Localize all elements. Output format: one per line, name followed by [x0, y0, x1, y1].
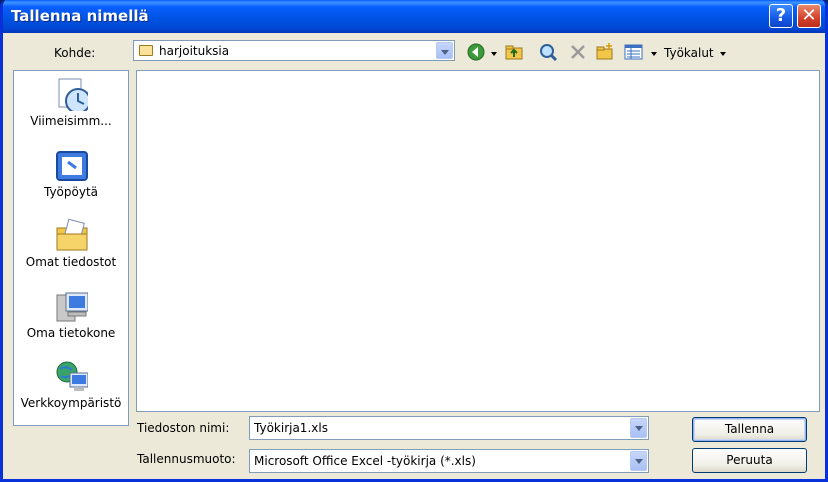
- place-label: Oma tietokone: [26, 326, 116, 340]
- help-button[interactable]: ?: [769, 4, 793, 28]
- places-bar: Viimeisimm... Työpöytä Omat tiedostot Om…: [13, 70, 129, 426]
- place-my-documents[interactable]: Omat tiedostot: [14, 218, 128, 269]
- file-list[interactable]: [136, 70, 820, 412]
- filename-value: Työkirja1.xls: [254, 421, 328, 435]
- location-combo[interactable]: harjoituksia: [133, 40, 455, 61]
- place-desktop[interactable]: Työpöytä: [14, 148, 128, 199]
- chevron-down-icon[interactable]: [436, 42, 453, 59]
- cancel-button[interactable]: Peruuta: [692, 448, 807, 473]
- location-value: harjoituksia: [159, 44, 230, 58]
- place-my-computer[interactable]: Oma tietokone: [14, 289, 128, 340]
- place-recent[interactable]: Viimeisimm...: [14, 77, 128, 128]
- place-label: Omat tiedostot: [25, 255, 117, 269]
- delete-icon[interactable]: [568, 42, 588, 62]
- place-network[interactable]: Verkkoympäristö: [14, 359, 128, 410]
- my-documents-icon: [56, 218, 88, 251]
- recent-documents-icon: [58, 78, 88, 111]
- folder-icon: [139, 45, 153, 56]
- place-label: Viimeisimm...: [30, 114, 112, 128]
- filename-label: Tiedoston nimi:: [137, 421, 230, 435]
- filetype-label: Tallennusmuoto:: [137, 452, 236, 466]
- views-icon[interactable]: [623, 42, 643, 62]
- back-dropdown-icon[interactable]: [491, 52, 497, 56]
- network-places-icon: [56, 361, 88, 391]
- title-bar[interactable]: Tallenna nimellä ? ✕: [3, 0, 825, 33]
- tools-dropdown-icon[interactable]: [720, 52, 726, 56]
- chevron-down-icon[interactable]: [630, 418, 647, 438]
- window-title: Tallenna nimellä: [11, 7, 149, 25]
- new-folder-icon[interactable]: [595, 42, 615, 62]
- save-button[interactable]: Tallenna: [692, 417, 807, 442]
- my-computer-icon: [56, 292, 88, 322]
- save-as-dialog: Tallenna nimellä ? ✕ Kohde: harjoituksia…: [0, 0, 828, 482]
- location-label: Kohde:: [54, 46, 96, 60]
- close-button[interactable]: ✕: [797, 4, 821, 28]
- tools-menu[interactable]: Työkalut: [664, 46, 714, 60]
- search-web-icon[interactable]: [538, 42, 558, 62]
- up-folder-icon[interactable]: [504, 42, 524, 62]
- back-icon[interactable]: [466, 42, 486, 62]
- filename-input[interactable]: Työkirja1.xls: [249, 416, 649, 440]
- place-label: Työpöytä: [43, 185, 99, 199]
- filetype-value: Microsoft Office Excel -työkirja (*.xls): [254, 454, 476, 468]
- filetype-select[interactable]: Microsoft Office Excel -työkirja (*.xls): [249, 449, 649, 473]
- place-label: Verkkoympäristö: [20, 396, 122, 410]
- views-dropdown-icon[interactable]: [651, 52, 657, 56]
- chevron-down-icon[interactable]: [630, 451, 647, 471]
- desktop-icon: [56, 151, 88, 181]
